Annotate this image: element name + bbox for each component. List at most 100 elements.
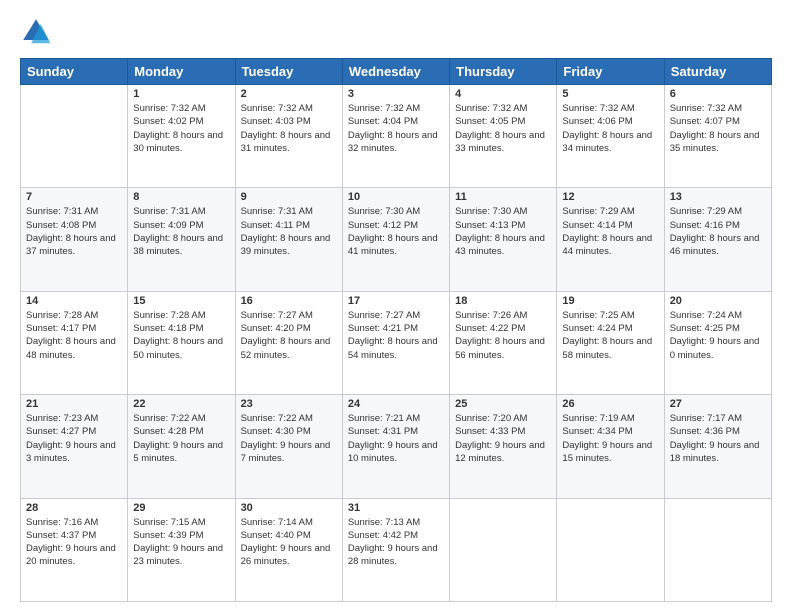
day-cell: 24Sunrise: 7:21 AMSunset: 4:31 PMDayligh… (342, 395, 449, 498)
day-number: 1 (133, 88, 229, 100)
day-number: 7 (26, 191, 122, 203)
day-info: Sunrise: 7:13 AMSunset: 4:42 PMDaylight:… (348, 516, 444, 569)
day-number: 4 (455, 88, 551, 100)
week-row-0: 1 Sunrise: 7:32 AMSunset: 4:02 PMDaylight… (21, 85, 772, 188)
day-cell: 16 Sunrise: 7:27 AMSunset: 4:20 PMDayligh… (235, 291, 342, 394)
day-number: 13 (670, 191, 766, 203)
day-info: Sunrise: 7:32 AMSunset: 4:04 PMDaylight:… (348, 102, 444, 155)
logo (20, 16, 56, 48)
day-number: 26 (562, 398, 658, 410)
day-info: Sunrise: 7:28 AMSunset: 4:18 PMDaylight:… (133, 309, 229, 362)
day-info: Sunrise: 7:31 AMSunset: 4:09 PMDaylight:… (133, 205, 229, 258)
day-info: Sunrise: 7:20 AMSunset: 4:33 PMDaylight:… (455, 412, 551, 465)
day-number: 12 (562, 191, 658, 203)
day-info: Sunrise: 7:32 AMSunset: 4:05 PMDaylight:… (455, 102, 551, 155)
day-number: 25 (455, 398, 551, 410)
day-info: Sunrise: 7:32 AMSunset: 4:07 PMDaylight:… (670, 102, 766, 155)
day-number: 5 (562, 88, 658, 100)
day-cell: 29 Sunrise: 7:15 AMSunset: 4:39 PMDayligh… (128, 498, 235, 601)
header (20, 16, 772, 48)
day-info: Sunrise: 7:22 AMSunset: 4:30 PMDaylight:… (241, 412, 337, 465)
day-info: Sunrise: 7:21 AMSunset: 4:31 PMDaylight:… (348, 412, 444, 465)
day-info: Sunrise: 7:30 AMSunset: 4:13 PMDaylight:… (455, 205, 551, 258)
day-cell: 1 Sunrise: 7:32 AMSunset: 4:02 PMDaylight… (128, 85, 235, 188)
day-number: 31 (348, 502, 444, 514)
day-cell: 26 Sunrise: 7:19 AMSunset: 4:34 PMDayligh… (557, 395, 664, 498)
day-info: Sunrise: 7:28 AMSunset: 4:17 PMDaylight:… (26, 309, 122, 362)
week-row-4: 28Sunrise: 7:16 AMSunset: 4:37 PMDayligh… (21, 498, 772, 601)
day-info: Sunrise: 7:32 AMSunset: 4:06 PMDaylight:… (562, 102, 658, 155)
day-info: Sunrise: 7:17 AMSunset: 4:36 PMDaylight:… (670, 412, 766, 465)
day-info: Sunrise: 7:15 AMSunset: 4:39 PMDaylight:… (133, 516, 229, 569)
day-number: 9 (241, 191, 337, 203)
day-cell: 22Sunrise: 7:22 AMSunset: 4:28 PMDayligh… (128, 395, 235, 498)
day-cell: 11 Sunrise: 7:30 AMSunset: 4:13 PMDayligh… (450, 188, 557, 291)
day-cell (664, 498, 771, 601)
day-number: 14 (26, 295, 122, 307)
day-cell: 25 Sunrise: 7:20 AMSunset: 4:33 PMDayligh… (450, 395, 557, 498)
day-info: Sunrise: 7:32 AMSunset: 4:02 PMDaylight:… (133, 102, 229, 155)
day-info: Sunrise: 7:23 AMSunset: 4:27 PMDaylight:… (26, 412, 122, 465)
day-info: Sunrise: 7:30 AMSunset: 4:12 PMDaylight:… (348, 205, 444, 258)
logo-icon (20, 16, 52, 48)
day-cell: 14 Sunrise: 7:28 AMSunset: 4:17 PMDayligh… (21, 291, 128, 394)
col-wednesday: Wednesday (342, 59, 449, 85)
col-saturday: Saturday (664, 59, 771, 85)
day-cell: 8 Sunrise: 7:31 AMSunset: 4:09 PMDaylight… (128, 188, 235, 291)
day-cell: 2 Sunrise: 7:32 AMSunset: 4:03 PMDaylight… (235, 85, 342, 188)
week-row-2: 14 Sunrise: 7:28 AMSunset: 4:17 PMDayligh… (21, 291, 772, 394)
day-cell: 30Sunrise: 7:14 AMSunset: 4:40 PMDayligh… (235, 498, 342, 601)
day-cell: 12 Sunrise: 7:29 AMSunset: 4:14 PMDayligh… (557, 188, 664, 291)
day-info: Sunrise: 7:29 AMSunset: 4:14 PMDaylight:… (562, 205, 658, 258)
day-cell: 5 Sunrise: 7:32 AMSunset: 4:06 PMDaylight… (557, 85, 664, 188)
col-friday: Friday (557, 59, 664, 85)
day-number: 22 (133, 398, 229, 410)
day-number: 21 (26, 398, 122, 410)
day-number: 23 (241, 398, 337, 410)
day-cell: 4 Sunrise: 7:32 AMSunset: 4:05 PMDaylight… (450, 85, 557, 188)
day-info: Sunrise: 7:25 AMSunset: 4:24 PMDaylight:… (562, 309, 658, 362)
day-cell: 13 Sunrise: 7:29 AMSunset: 4:16 PMDayligh… (664, 188, 771, 291)
day-cell: 17Sunrise: 7:27 AMSunset: 4:21 PMDayligh… (342, 291, 449, 394)
calendar-table: Sunday Monday Tuesday Wednesday Thursday… (20, 58, 772, 602)
day-cell: 10 Sunrise: 7:30 AMSunset: 4:12 PMDayligh… (342, 188, 449, 291)
day-cell: 21 Sunrise: 7:23 AMSunset: 4:27 PMDayligh… (21, 395, 128, 498)
day-number: 18 (455, 295, 551, 307)
header-row: Sunday Monday Tuesday Wednesday Thursday… (21, 59, 772, 85)
col-monday: Monday (128, 59, 235, 85)
day-number: 16 (241, 295, 337, 307)
day-cell: 18 Sunrise: 7:26 AMSunset: 4:22 PMDayligh… (450, 291, 557, 394)
day-info: Sunrise: 7:29 AMSunset: 4:16 PMDaylight:… (670, 205, 766, 258)
day-info: Sunrise: 7:31 AMSunset: 4:08 PMDaylight:… (26, 205, 122, 258)
day-number: 28 (26, 502, 122, 514)
day-number: 27 (670, 398, 766, 410)
day-info: Sunrise: 7:19 AMSunset: 4:34 PMDaylight:… (562, 412, 658, 465)
day-number: 8 (133, 191, 229, 203)
day-number: 11 (455, 191, 551, 203)
day-cell: 28Sunrise: 7:16 AMSunset: 4:37 PMDayligh… (21, 498, 128, 601)
day-cell: 7 Sunrise: 7:31 AMSunset: 4:08 PMDaylight… (21, 188, 128, 291)
day-cell: 15 Sunrise: 7:28 AMSunset: 4:18 PMDayligh… (128, 291, 235, 394)
day-number: 17 (348, 295, 444, 307)
col-tuesday: Tuesday (235, 59, 342, 85)
day-cell: 19Sunrise: 7:25 AMSunset: 4:24 PMDayligh… (557, 291, 664, 394)
page: Sunday Monday Tuesday Wednesday Thursday… (0, 0, 792, 612)
day-info: Sunrise: 7:27 AMSunset: 4:20 PMDaylight:… (241, 309, 337, 362)
week-row-1: 7 Sunrise: 7:31 AMSunset: 4:08 PMDaylight… (21, 188, 772, 291)
day-info: Sunrise: 7:32 AMSunset: 4:03 PMDaylight:… (241, 102, 337, 155)
col-thursday: Thursday (450, 59, 557, 85)
day-cell: 23 Sunrise: 7:22 AMSunset: 4:30 PMDayligh… (235, 395, 342, 498)
day-number: 15 (133, 295, 229, 307)
day-number: 20 (670, 295, 766, 307)
day-number: 2 (241, 88, 337, 100)
day-number: 29 (133, 502, 229, 514)
day-info: Sunrise: 7:24 AMSunset: 4:25 PMDaylight:… (670, 309, 766, 362)
day-info: Sunrise: 7:26 AMSunset: 4:22 PMDaylight:… (455, 309, 551, 362)
day-number: 30 (241, 502, 337, 514)
week-row-3: 21 Sunrise: 7:23 AMSunset: 4:27 PMDayligh… (21, 395, 772, 498)
col-sunday: Sunday (21, 59, 128, 85)
day-cell: 9Sunrise: 7:31 AMSunset: 4:11 PMDaylight… (235, 188, 342, 291)
day-number: 10 (348, 191, 444, 203)
day-number: 3 (348, 88, 444, 100)
day-cell: 3 Sunrise: 7:32 AMSunset: 4:04 PMDaylight… (342, 85, 449, 188)
